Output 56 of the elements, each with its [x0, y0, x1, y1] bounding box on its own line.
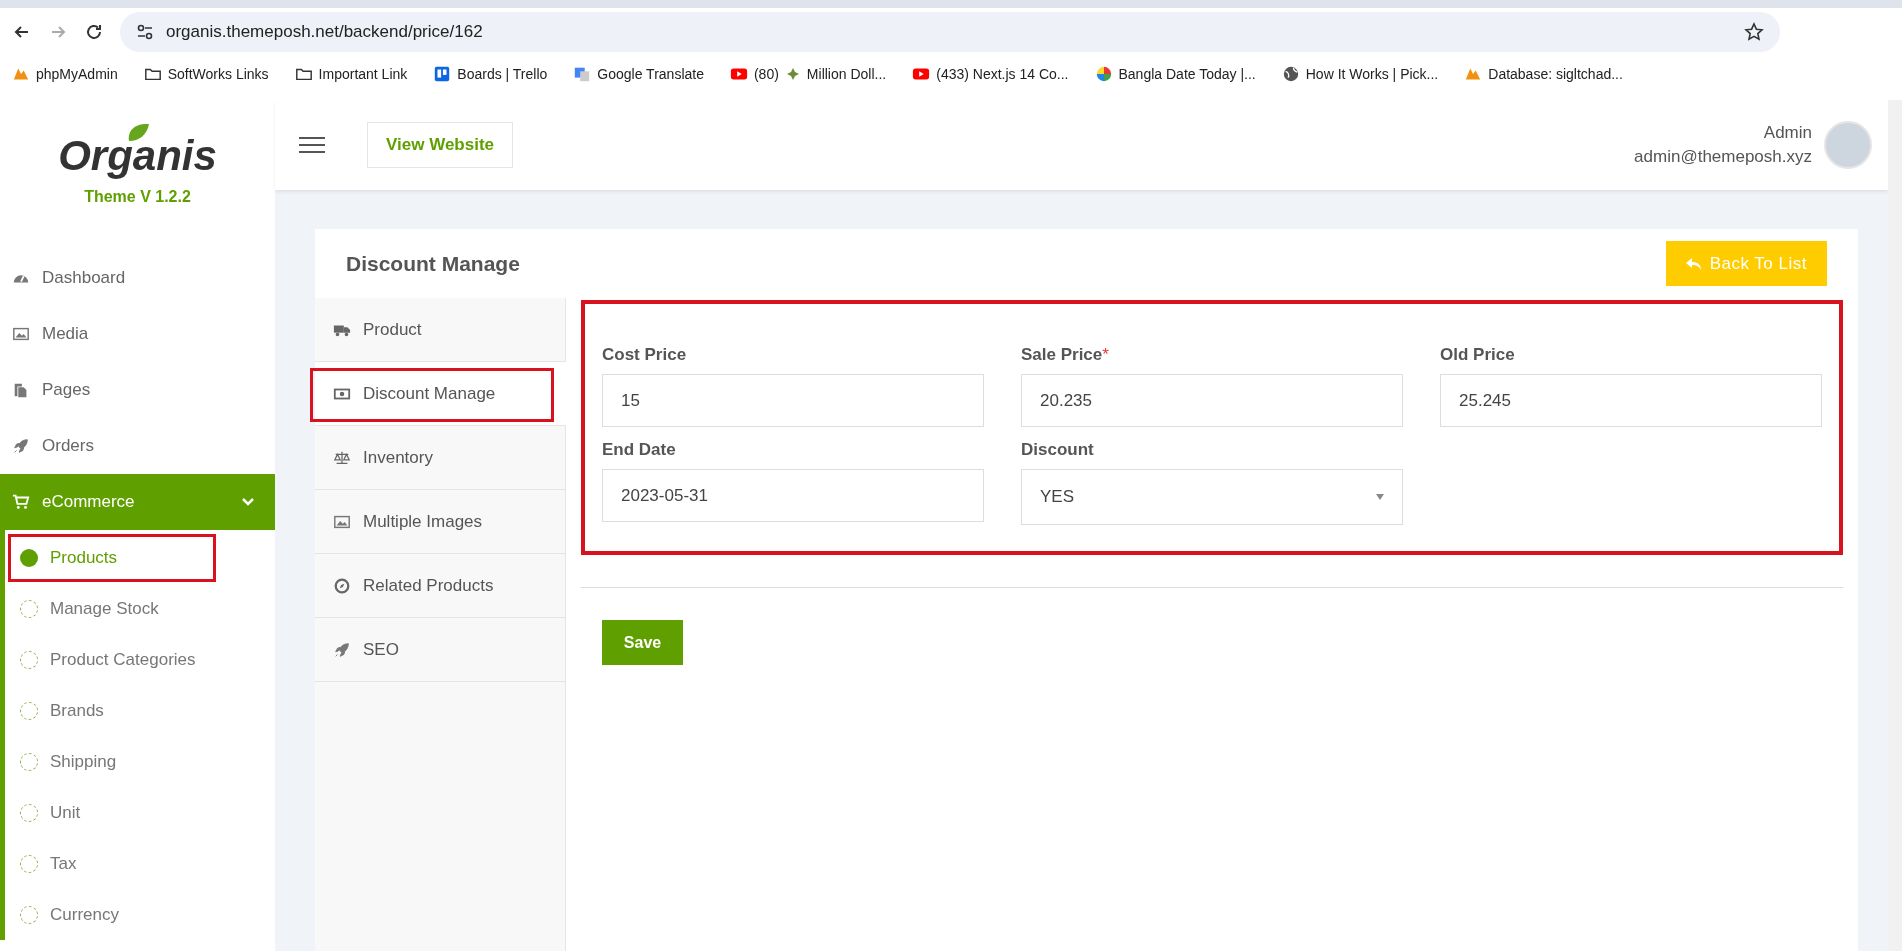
- submenu-item[interactable]: Currency: [5, 889, 275, 940]
- input-field[interactable]: 25.245: [1440, 374, 1822, 427]
- address-bar[interactable]: organis.themeposh.net/backend/price/162: [120, 12, 1780, 52]
- scrollbar[interactable]: [1888, 100, 1902, 951]
- input-field[interactable]: 2023-05-31: [602, 469, 984, 522]
- bookmark[interactable]: Google Translate: [573, 63, 704, 85]
- bookmark[interactable]: Database: sigltchad...: [1464, 63, 1623, 85]
- sidebar-item[interactable]: Orders: [0, 418, 275, 474]
- field-label: Sale Price: [1021, 344, 1103, 366]
- user-email: admin@themeposh.xyz: [1634, 146, 1812, 168]
- submenu-item[interactable]: Product Categories: [5, 634, 275, 685]
- image-icon: [12, 325, 30, 343]
- globe-icon: [1281, 65, 1300, 83]
- reload-icon[interactable]: [84, 22, 104, 42]
- input-field[interactable]: 15: [602, 374, 984, 427]
- submenu-item[interactable]: Manage Stock: [5, 583, 275, 634]
- field-label: Discount: [1021, 439, 1095, 461]
- compass-icon: [333, 576, 351, 595]
- sidebar-item[interactable]: Dashboard: [0, 250, 275, 306]
- card-title: Discount Manage: [346, 250, 520, 277]
- input-field[interactable]: 20.235: [1021, 374, 1403, 427]
- sidebar-item[interactable]: Pages: [0, 362, 275, 418]
- required-mark: *: [1102, 344, 1109, 366]
- user-name: Admin: [1763, 122, 1812, 144]
- site-settings-icon[interactable]: [136, 23, 154, 41]
- star-icon[interactable]: [1744, 22, 1764, 42]
- chevron-icon[interactable]: [241, 497, 255, 507]
- rocket-icon: [333, 640, 351, 659]
- bookmark[interactable]: Bangla Date Today |...: [1094, 63, 1256, 85]
- dropdown-caret-icon: [1376, 494, 1384, 500]
- menu-icon[interactable]: [299, 136, 325, 154]
- submenu-item[interactable]: Tax: [5, 838, 275, 889]
- logo-text: Organis: [58, 135, 217, 177]
- bookmark[interactable]: How It Works | Pick...: [1281, 63, 1439, 85]
- submenu-item[interactable]: Brands: [5, 685, 275, 736]
- bookmark[interactable]: Boards | Trello: [433, 63, 548, 85]
- version-text: Theme V 1.2.2: [84, 187, 191, 207]
- board-icon: [433, 65, 452, 83]
- field-label: End Date: [602, 439, 677, 461]
- bookmark[interactable]: phpMyAdmin: [12, 63, 118, 85]
- pinwheel-icon: [1094, 65, 1113, 83]
- field-label: Cost Price: [602, 344, 688, 366]
- cart-icon: [12, 493, 30, 511]
- rocket-icon: [12, 437, 30, 455]
- bookmark[interactable]: (80) Million Doll...: [729, 63, 887, 85]
- sidebar-item[interactable]: Media: [0, 306, 275, 362]
- translate-icon: [573, 65, 592, 83]
- submenu-item[interactable]: Unit: [5, 787, 275, 838]
- bookmark[interactable]: (433) Next.js 14 Co...: [912, 63, 1069, 85]
- bookmark[interactable]: Important Link: [294, 63, 408, 85]
- url-text: organis.themeposh.net/backend/price/162: [166, 21, 484, 44]
- field-label: Old Price: [1440, 344, 1516, 366]
- reply-arrow-icon: [1685, 256, 1702, 271]
- discount-select[interactable]: YES: [1021, 469, 1403, 525]
- bookmark[interactable]: SoftWorks Links: [143, 63, 269, 85]
- submenu-item[interactable]: Shipping: [5, 736, 275, 787]
